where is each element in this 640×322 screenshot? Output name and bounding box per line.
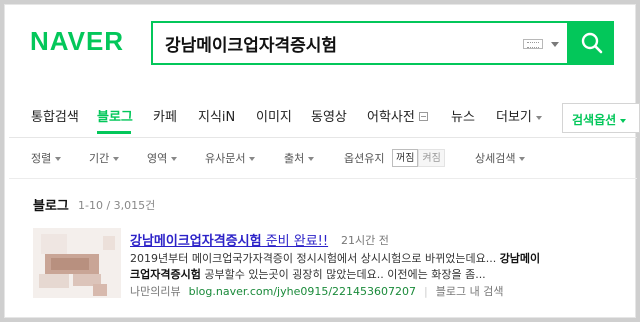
chevron-down-icon [519, 157, 526, 161]
section-title: 블로그 [33, 199, 69, 214]
search-options-button[interactable]: 검색옵션 [562, 103, 640, 133]
filter-source-label: 출처 [284, 152, 305, 165]
snippet-plain: 공부할수 있는곳이 굉장히 많았는데요.. 이전에는 화장을 좀... [200, 268, 486, 281]
search-options-label: 검색옵션 [572, 113, 617, 127]
snippet-highlight: 크업자격증시험 [130, 268, 201, 281]
filter-area[interactable]: 영역 [147, 150, 178, 166]
filter-similar-label: 유사문서 [205, 152, 246, 165]
tab-news[interactable]: 뉴스 [451, 106, 475, 125]
filter-source[interactable]: 출처 [284, 150, 315, 166]
chevron-down-icon [620, 118, 627, 123]
tab-blog[interactable]: 블로그 [97, 106, 133, 125]
naver-logo[interactable]: NAVER [30, 26, 124, 57]
tab-integrated[interactable]: 통합검색 [31, 106, 79, 125]
popup-icon [418, 112, 428, 121]
filter-period-label: 기간 [89, 152, 110, 165]
divider [9, 137, 637, 138]
snippet-highlight: 강남메이 [499, 252, 541, 265]
option-keep-toggle[interactable]: 꺼짐 켜짐 [392, 146, 445, 167]
filter-sort[interactable]: 정렬 [31, 150, 62, 166]
tab-dictionary-label: 어학사전 [367, 110, 415, 125]
tab-more-label: 더보기 [496, 110, 532, 125]
result-title-link[interactable]: 강남메이크업자격증시험 준비 완료!! [130, 230, 328, 249]
keyboard-icon[interactable] [523, 39, 543, 49]
filter-similar-docs[interactable]: 유사문서 [205, 150, 256, 166]
tab-images[interactable]: 이미지 [256, 106, 292, 125]
result-thumbnail[interactable] [33, 228, 121, 298]
result-title-keyword: 강남메이크업자격증시험 [130, 234, 262, 249]
result-title-rest: 준비 완료!! [261, 234, 329, 249]
filter-detail-search[interactable]: 상세검색 [475, 150, 526, 166]
chevron-down-icon [171, 157, 178, 161]
result-count: 1-10 / 3,015건 [78, 199, 156, 212]
filter-option-keep-label: 옵션유지 [344, 152, 385, 165]
result-time: 21시간 전 [341, 234, 389, 247]
snippet-plain: 2019년부터 메이크업국가자격증이 정시시험에서 상시시험으로 바뀌었는데요.… [130, 252, 500, 265]
search-button[interactable] [569, 21, 614, 65]
toggle-off-button[interactable]: 꺼짐 [392, 149, 419, 167]
chevron-down-icon [113, 157, 120, 161]
chevron-down-icon [55, 157, 62, 161]
toggle-on-button[interactable]: 켜짐 [418, 149, 445, 167]
filter-detail-label: 상세검색 [475, 152, 516, 165]
chevron-down-icon [535, 115, 542, 120]
blog-name[interactable]: 나만의리뷰 [130, 285, 181, 298]
tab-more[interactable]: 더보기 [496, 106, 542, 125]
result-meta: 나만의리뷰 blog.naver.com/jyhe0915/22145360720… [130, 283, 503, 299]
tab-cafe[interactable]: 카페 [153, 106, 177, 125]
result-url[interactable]: blog.naver.com/jyhe0915/221453607207 [189, 285, 416, 298]
divider [9, 178, 637, 179]
filter-sort-label: 정렬 [31, 152, 52, 165]
search-icon [581, 32, 603, 54]
result-snippet-line-1: 2019년부터 메이크업국가자격증이 정시시험에서 상시시험으로 바뀌었는데요.… [130, 250, 590, 266]
search-tabs: 통합검색 블로그 카페 지식iN 이미지 동영상 어학사전 뉴스 더보기 [0, 96, 640, 136]
meta-separator: | [424, 285, 428, 298]
chevron-down-icon [308, 157, 315, 161]
filter-area-label: 영역 [147, 152, 168, 165]
tab-dictionary[interactable]: 어학사전 [367, 106, 428, 125]
search-box[interactable]: 강남메이크업자격증시험 [151, 21, 569, 65]
chevron-down-icon [249, 157, 256, 161]
result-snippet-line-2: 크업자격증시험 공부할수 있는곳이 굉장히 많았는데요.. 이전에는 화장을 좀… [130, 266, 590, 282]
header: NAVER 강남메이크업자격증시험 [0, 0, 640, 90]
active-tab-indicator [97, 131, 131, 134]
tab-videos[interactable]: 동영상 [311, 106, 347, 125]
filter-period[interactable]: 기간 [89, 150, 120, 166]
tab-knowledge-in[interactable]: 지식iN [198, 106, 235, 125]
filter-bar: 정렬 기간 영역 유사문서 출처 옵션유지 상세검색 [0, 140, 640, 176]
search-input[interactable]: 강남메이크업자격증시험 [165, 31, 337, 56]
autocomplete-toggle-icon[interactable] [551, 42, 559, 47]
blog-inner-search-link[interactable]: 블로그 내 검색 [436, 285, 504, 298]
